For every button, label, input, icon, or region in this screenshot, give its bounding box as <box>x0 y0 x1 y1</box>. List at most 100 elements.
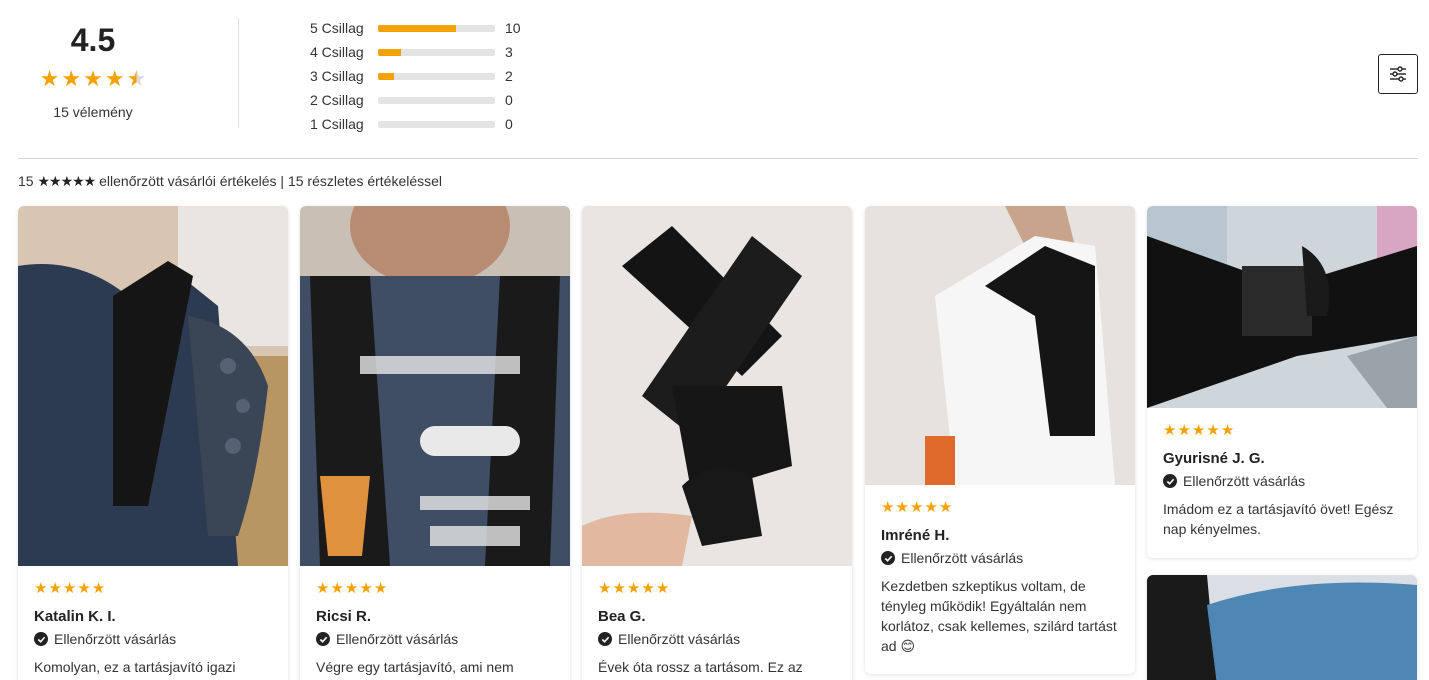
average-rating-box: 4.5 ★ ★ ★ ★ ★ 15 vélemény <box>18 18 168 120</box>
verified-label: Ellenőrzött vásárlás <box>1183 473 1306 489</box>
review-photo-image <box>300 206 570 566</box>
check-circle-icon <box>34 632 48 646</box>
review-stars: ★ ★ ★ ★ ★ <box>316 580 554 598</box>
star-icon: ★ <box>641 580 655 597</box>
review-photo[interactable] <box>1147 206 1417 408</box>
verified-stars-icon: ★★★★★ <box>37 173 96 189</box>
rating-summary: 4.5 ★ ★ ★ ★ ★ 15 vélemény 5 Csillag 10 4… <box>0 0 1429 160</box>
star-icon: ★ <box>1191 422 1206 439</box>
star-icon: ★ <box>612 580 626 597</box>
review-photo-image <box>1147 206 1417 408</box>
review-photo[interactable] <box>865 206 1135 485</box>
verified-label: Ellenőrzött vásárlás <box>54 631 177 647</box>
review-photo-image <box>18 206 288 566</box>
distribution-row-1[interactable]: 1 Csillag 0 <box>310 112 550 136</box>
verified-badge: Ellenőrzött vásárlás <box>316 631 554 647</box>
review-text: Évek óta rossz a tartásom. Ez az <box>598 659 803 675</box>
check-circle-icon <box>1163 474 1177 488</box>
review-card[interactable] <box>1147 575 1417 680</box>
star-icon: ★ <box>626 580 641 597</box>
review-card[interactable]: ★ ★ ★ ★ ★ Ricsi R. Ellenőrzött vásárlás Végr… <box>300 206 570 680</box>
review-stars: ★ ★ ★ ★ ★ <box>1163 422 1401 440</box>
verified-text: ellenőrzött vásárlói értékelés | 15 rész… <box>99 173 443 189</box>
review-card[interactable]: ★ ★ ★ ★ ★ Bea G. Ellenőrzött vásárlás Évek ó… <box>582 206 852 680</box>
review-text: Komolyan, ez a tartásjavító igazi <box>34 659 236 675</box>
star-icon: ★ <box>83 66 103 91</box>
average-stars: ★ ★ ★ ★ ★ <box>18 66 168 92</box>
verified-count: 15 <box>18 173 34 189</box>
distribution-bar <box>378 24 495 32</box>
distribution-bar-fill <box>378 24 457 32</box>
verified-label: Ellenőrzött vásárlás <box>618 631 741 647</box>
average-rating: 4.5 <box>70 22 116 58</box>
distribution-label: 4 Csillag <box>310 44 364 60</box>
star-icon: ★ <box>598 580 612 597</box>
review-author: Imréné H. <box>881 527 950 544</box>
review-text: Imádom ez a tartásjavító övet! Egész nap… <box>1163 501 1394 537</box>
star-icon: ★ <box>909 499 924 516</box>
review-photo[interactable] <box>582 206 852 566</box>
star-icon: ★ <box>1177 422 1191 439</box>
distribution-bar <box>378 120 495 128</box>
star-icon: ★ <box>938 499 953 516</box>
distribution-label: 2 Csillag <box>310 92 364 108</box>
distribution-label: 1 Csillag <box>310 116 364 132</box>
distribution-row-5[interactable]: 5 Csillag 10 <box>310 16 550 40</box>
distribution-row-4[interactable]: 4 Csillag 3 <box>310 40 550 64</box>
review-photo[interactable] <box>18 206 288 566</box>
star-icon: ★ <box>924 499 938 516</box>
verified-badge: Ellenőrzött vásárlás <box>1163 473 1401 489</box>
star-icon: ★ <box>1163 422 1177 439</box>
star-icon: ★ <box>330 580 344 597</box>
distribution-bar <box>378 96 495 104</box>
star-icon: ★ <box>344 580 359 597</box>
distribution-row-3[interactable]: 3 Csillag 2 <box>310 64 550 88</box>
review-stars: ★ ★ ★ ★ ★ <box>34 580 272 598</box>
half-star-icon: ★ <box>126 66 147 91</box>
verified-reviews-summary: 15 ★★★★★ ellenőrzött vásárlói értékelés … <box>18 173 442 190</box>
divider <box>238 18 239 128</box>
review-count: 15 vélemény <box>53 104 133 120</box>
distribution-bar <box>378 48 495 56</box>
star-icon: ★ <box>359 580 373 597</box>
distribution-count: 0 <box>505 116 513 132</box>
star-icon: ★ <box>62 580 77 597</box>
check-circle-icon <box>598 632 612 646</box>
filter-button[interactable] <box>1378 54 1418 94</box>
review-author: Katalin K. I. <box>34 608 116 625</box>
star-icon: ★ <box>655 580 670 597</box>
star-icon: ★ <box>61 66 82 91</box>
rating-distribution: 5 Csillag 10 4 Csillag 3 3 Csillag 2 2 C… <box>310 16 550 136</box>
verified-badge: Ellenőrzött vásárlás <box>881 550 1119 566</box>
verified-badge: Ellenőrzött vásárlás <box>598 631 836 647</box>
check-circle-icon <box>316 632 330 646</box>
star-icon: ★ <box>1206 422 1220 439</box>
distribution-bar <box>378 72 495 80</box>
review-photo[interactable] <box>1147 575 1417 680</box>
review-card[interactable]: ★ ★ ★ ★ ★ Gyurisné J. G. Ellenőrzött vásárlá… <box>1147 206 1417 558</box>
star-icon: ★ <box>48 580 62 597</box>
review-photo-image <box>1147 575 1417 680</box>
distribution-row-2[interactable]: 2 Csillag 0 <box>310 88 550 112</box>
star-icon: ★ <box>881 499 895 516</box>
star-icon: ★ <box>77 580 91 597</box>
star-icon: ★ <box>1220 422 1235 439</box>
star-icon: ★ <box>104 66 125 91</box>
review-stars: ★ ★ ★ ★ ★ <box>881 499 1119 517</box>
review-photo[interactable] <box>300 206 570 566</box>
review-author: Ricsi R. <box>316 608 372 625</box>
review-card[interactable]: ★ ★ ★ ★ ★ Imréné H. Ellenőrzött vásárlás Kez… <box>865 206 1135 674</box>
distribution-count: 3 <box>505 44 513 60</box>
star-icon: ★ <box>34 580 48 597</box>
review-card[interactable]: ★ ★ ★ ★ ★ Katalin K. I. Ellenőrzött vásárlás… <box>18 206 288 680</box>
star-icon: ★ <box>91 580 106 597</box>
star-icon: ★ <box>316 580 330 597</box>
review-stars: ★ ★ ★ ★ ★ <box>598 580 836 598</box>
distribution-count: 2 <box>505 68 513 84</box>
distribution-count: 10 <box>505 20 521 36</box>
distribution-bar-fill <box>378 72 394 80</box>
check-circle-icon <box>881 551 895 565</box>
review-text: Kezdetben szkeptikus voltam, de tényleg … <box>881 578 1117 654</box>
distribution-count: 0 <box>505 92 513 108</box>
review-text: Végre egy tartásjavító, ami nem <box>316 659 514 675</box>
